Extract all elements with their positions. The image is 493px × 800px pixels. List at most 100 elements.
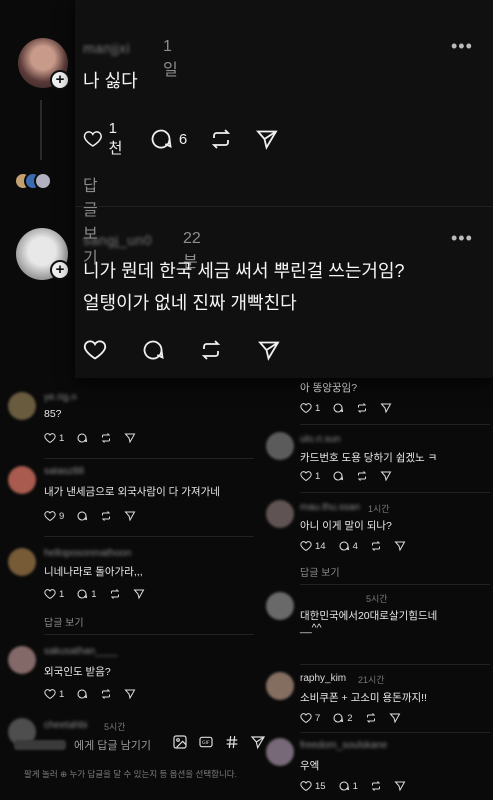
share-button[interactable]	[124, 688, 136, 700]
send-icon	[124, 433, 136, 444]
repost-icon	[371, 541, 381, 551]
share-button[interactable]	[124, 432, 136, 444]
view-replies-link[interactable]: 답글 보기	[83, 172, 98, 268]
comment-button[interactable]: 1	[338, 780, 358, 792]
like-button[interactable]: 1	[300, 402, 320, 414]
post-actions: 14 4	[300, 540, 406, 552]
repost-button[interactable]	[370, 780, 382, 792]
avatar[interactable]	[266, 592, 294, 620]
post-actions: 9	[44, 510, 136, 522]
image-icon[interactable]	[172, 734, 188, 750]
repost-icon	[102, 689, 111, 699]
username[interactable]: ye.rig.n	[44, 392, 77, 403]
comment-button[interactable]: 6	[149, 127, 187, 151]
post-actions: 1	[300, 402, 392, 414]
comment-button[interactable]	[76, 688, 88, 700]
username[interactable]: ulo.ri.sun	[300, 434, 341, 445]
username[interactable]: helloposonmathoon	[44, 548, 131, 559]
comment-button[interactable]	[76, 432, 88, 444]
avatar[interactable]	[266, 432, 294, 460]
share-button[interactable]	[255, 127, 279, 151]
send-icon	[124, 689, 136, 700]
send-icon	[380, 403, 392, 414]
repost-button[interactable]	[356, 402, 368, 414]
divider	[300, 584, 490, 585]
heart-icon	[44, 589, 56, 600]
gif-icon[interactable]: GIF	[198, 734, 214, 750]
username[interactable]: mau.thu.ssan	[300, 502, 360, 513]
like-button[interactable]: 1천	[83, 120, 127, 158]
share-button[interactable]	[388, 712, 401, 724]
repost-button[interactable]	[356, 470, 368, 482]
post-text: 아 똥양꿍임?	[300, 382, 358, 394]
share-button[interactable]	[380, 470, 392, 482]
post-actions: 1	[300, 470, 392, 482]
like-button[interactable]: 7	[300, 712, 320, 724]
share-button[interactable]	[124, 510, 136, 522]
post-text: 니네나라로 돌아가라,,,	[44, 566, 143, 578]
repost-button[interactable]	[365, 712, 377, 724]
repost-button[interactable]	[109, 588, 121, 600]
like-button[interactable]: 14	[300, 540, 326, 552]
comment-icon	[333, 403, 344, 413]
like-button[interactable]: 9	[44, 510, 64, 522]
reply-input[interactable]: 에게 답글 남기기	[74, 737, 151, 753]
heart-icon	[44, 511, 56, 522]
comment-icon	[143, 340, 164, 360]
comment-button[interactable]	[332, 470, 344, 482]
repost-button[interactable]	[100, 510, 112, 522]
more-options-icon[interactable]: •••	[451, 36, 473, 57]
share-button[interactable]	[257, 338, 281, 362]
username[interactable]: manjjxi	[83, 40, 130, 56]
username[interactable]: satasz88	[44, 466, 84, 477]
send-icon[interactable]	[250, 734, 266, 750]
follow-plus-icon[interactable]: +	[50, 260, 70, 280]
avatar[interactable]	[8, 392, 36, 420]
like-button[interactable]: 15	[300, 780, 326, 792]
like-button[interactable]	[83, 338, 107, 362]
more-options-icon[interactable]: •••	[451, 228, 473, 249]
like-button[interactable]: 1	[300, 470, 320, 482]
avatar[interactable]	[8, 466, 36, 494]
comment-button[interactable]	[76, 510, 88, 522]
username[interactable]: raphy_kim	[300, 673, 346, 684]
avatar[interactable]	[266, 500, 294, 528]
comment-button[interactable]: 4	[338, 540, 358, 552]
post-text: 카드번호 도용 당하기 쉽겠노 ㅋ	[300, 452, 438, 464]
comment-button[interactable]	[332, 402, 344, 414]
reply-avatars	[14, 172, 74, 192]
repost-button[interactable]	[100, 688, 112, 700]
username[interactable]: freedom_soulskane	[300, 740, 387, 751]
avatar[interactable]	[266, 672, 294, 700]
share-button[interactable]	[132, 588, 145, 600]
like-button[interactable]: 1	[44, 588, 64, 600]
username[interactable]: sakusathan____	[44, 646, 117, 657]
reply-target-username	[14, 740, 66, 750]
like-button[interactable]: 1	[44, 432, 64, 444]
comment-button[interactable]: 2	[332, 712, 353, 724]
repost-button[interactable]	[100, 432, 112, 444]
share-button[interactable]	[394, 780, 406, 792]
view-replies-link[interactable]: 답글 보기	[44, 614, 84, 629]
comment-button[interactable]: 1	[76, 588, 97, 600]
comment-button[interactable]	[141, 338, 165, 362]
repost-button[interactable]	[370, 540, 382, 552]
post-time: 5시간	[366, 594, 388, 604]
heart-icon	[300, 713, 312, 724]
divider	[300, 492, 490, 493]
view-replies-link[interactable]: 답글 보기	[300, 564, 340, 579]
share-button[interactable]	[394, 540, 406, 552]
repost-button[interactable]	[199, 338, 223, 362]
divider	[44, 634, 254, 635]
username[interactable]: sangj_un0	[83, 232, 152, 248]
post-text: 소비쿠폰 + 고소미 용돈까지!!	[300, 692, 427, 704]
share-button[interactable]	[380, 402, 392, 414]
hashtag-icon[interactable]	[224, 734, 240, 750]
follow-plus-icon[interactable]: +	[50, 70, 70, 90]
avatar[interactable]	[8, 548, 36, 576]
avatar[interactable]	[8, 646, 36, 674]
avatar[interactable]	[266, 738, 294, 766]
post-text: 우엑	[300, 760, 320, 772]
like-button[interactable]: 1	[44, 688, 64, 700]
repost-button[interactable]	[209, 127, 233, 151]
